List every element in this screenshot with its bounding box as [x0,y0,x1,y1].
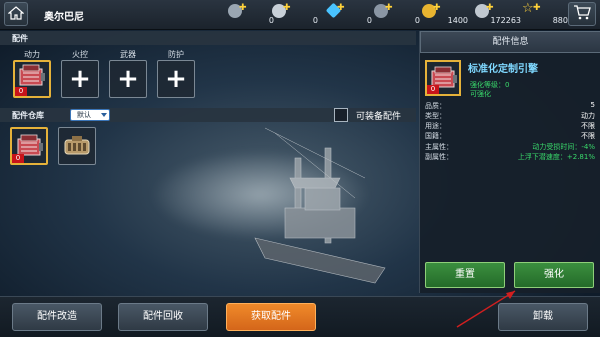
sort-dropdown[interactable]: 默认 [70,109,110,121]
equippable-label: 可装备配件 [356,112,402,122]
add-part-icon: + [69,64,91,94]
part-count-badge: 0 [12,154,24,163]
stat-value: 不限 [581,132,595,140]
home-icon [7,5,25,24]
add-resource-icon: ✚ [239,3,247,13]
stat-key: 副属性： [425,153,453,161]
slot-label-weapon: 武器 [120,50,136,59]
resource-value: 172263 [490,16,521,25]
get-part-button[interactable]: 获取配件 [226,303,316,331]
equippable-checkbox[interactable] [334,108,348,122]
warehouse-header: 配件仓库 [0,108,416,122]
stat-key: 国籍： [425,132,446,140]
stat-row: 国籍： 不限 [425,131,595,140]
add-part-icon: + [165,64,187,94]
part-name: 标准化定制引擎 [468,64,538,75]
add-part-icon: + [117,64,139,94]
slot-label-power: 动力 [24,50,40,59]
stat-value: 不限 [581,122,595,130]
warehouse-item-mechanical[interactable] [58,127,96,165]
stat-row: 副属性： 上浮下潜速度：+2.81% [425,152,595,161]
stat-value: 动力 [581,112,595,120]
battleship-model [245,118,395,293]
resource-b-counter[interactable]: ✚ 0 [272,2,332,28]
stat-row: 主属性： 动力受损时间：-4% [425,142,595,151]
stat-value: 上浮下潜速度：+2.81% [517,153,595,161]
player-name: 奥尔巴尼 [44,12,84,23]
stat-value: 动力受损时间：-4% [532,143,595,151]
part-info-title: 配件信息 [420,31,600,53]
top-bar: 奥尔巴尼 ✚ 0 ✚ 0 ✚ 0 ✚ 0 ✚ 1400 ✚ 172263 ☆ ✚… [0,0,600,30]
stat-key: 类型： [425,112,446,120]
slot-label-fire-control: 火控 [72,50,88,59]
stat-row: 类型： 动力 [425,111,595,120]
annotation-arrow [455,285,525,330]
add-resource-icon: ✚ [385,3,393,13]
shop-cart-button[interactable] [568,2,596,26]
slot-label-armor: 防护 [168,50,184,59]
slot-weapon[interactable]: + [109,60,147,98]
stat-key: 用途： [425,122,446,130]
add-resource-icon: ✚ [486,3,494,13]
cart-icon [573,4,591,24]
stat-key: 主属性： [425,143,453,151]
parts-header: 配件 [0,31,416,45]
chevron-down-icon [101,113,107,117]
enhance-button[interactable]: 强化 [514,262,594,288]
resource-value: 0 [414,16,420,25]
slot-armor[interactable]: + [157,60,195,98]
stat-key: 品质： [425,102,446,110]
resource-value: 1400 [447,16,468,25]
resource-value: 0 [366,16,372,25]
stat-row: 品质： 5 [425,101,595,110]
part-count-badge: 0 [15,87,27,96]
slot-power[interactable]: 0 [13,60,51,98]
home-button[interactable] [4,2,28,26]
add-resource-icon: ✚ [337,3,345,13]
recycle-part-button[interactable]: 配件回收 [118,303,208,331]
gold-counter[interactable]: ✚ 1400 [422,2,482,28]
add-resource-icon: ✚ [433,3,441,13]
add-resource-icon: ✚ [283,3,291,13]
warehouse-item-engine[interactable]: 0 [10,127,48,165]
stat-value: 5 [590,101,595,109]
modify-part-button[interactable]: 配件改造 [12,303,102,331]
enhance-status: 可强化 [470,90,491,98]
part-count-badge: 0 [427,85,439,94]
slot-fire-control[interactable]: + [61,60,99,98]
stat-row: 用途： 不限 [425,121,595,130]
resource-value: 0 [312,16,318,25]
mechanical-part-icon [62,134,92,164]
part-info-panel: 配件信息 0 标准化定制引擎 强化等级：0 可强化 品质： 5 类型： 动力 用… [419,31,600,293]
add-resource-icon: ✚ [533,3,541,13]
selected-part-icon-frame: 0 [425,60,461,96]
sort-value: 默认 [77,111,91,119]
resource-value: 880 [552,16,568,25]
